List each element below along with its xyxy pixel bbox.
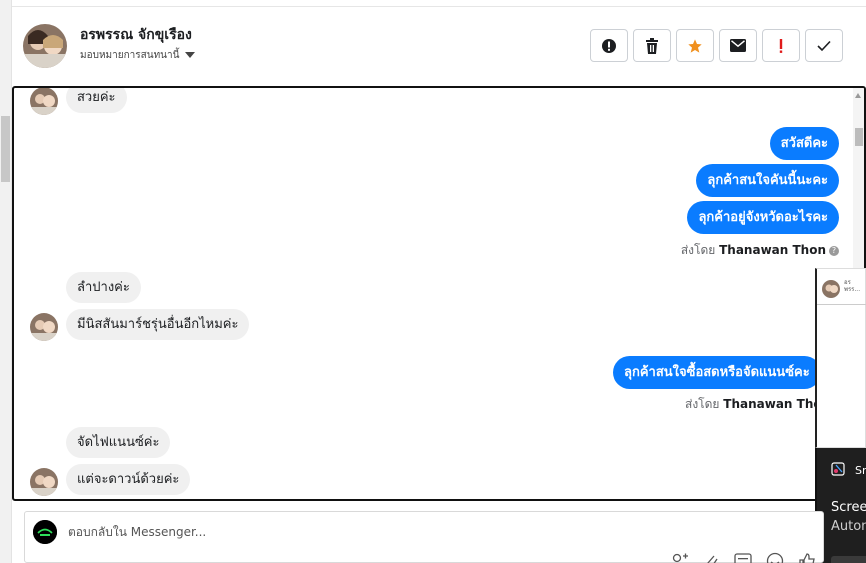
message-bubble-in: แต่จะดาวน์ด้วยค่ะ: [66, 464, 191, 495]
conversation-actions: [590, 29, 843, 62]
popup-divider: [817, 304, 866, 305]
saved-replies-icon: [734, 553, 752, 563]
customer-avatar[interactable]: [30, 88, 58, 115]
exclamation-icon: [779, 38, 783, 53]
thread-scrollbar-thumb[interactable]: [855, 128, 863, 146]
priority-button[interactable]: [762, 29, 800, 62]
emoji-icon: [766, 552, 784, 563]
popup-title: อรพรร...: [844, 279, 861, 293]
sent-by-prefix: ส่งโดย: [680, 243, 716, 257]
message-bubble-out: สวัสดีคะ: [769, 127, 839, 160]
page-avatar: [33, 520, 57, 544]
notification-subtitle: Autom: [831, 519, 866, 534]
sent-by-label: ส่งโดย Thanawan Thon: [685, 395, 830, 414]
like-button[interactable]: [798, 552, 816, 563]
message-bubble-in: จัดไฟแนนซ์ค่ะ: [66, 427, 171, 458]
assign-conversation-dropdown[interactable]: มอบหมายการสนทนานี้: [80, 48, 196, 63]
caret-down-icon: [185, 52, 196, 58]
conversation-header: อรพรรณ จักขุเรือง มอบหมายการสนทนานี้: [12, 8, 866, 86]
message-bubble-out: ลุกค้าสนใจซื้อสดหรือจัดแนนซ์คะ: [613, 356, 821, 389]
paperclip-icon: [707, 555, 718, 563]
mark-unread-button[interactable]: [719, 29, 757, 62]
popup-avatar: [822, 280, 840, 298]
contact-avatar[interactable]: [23, 24, 67, 68]
saved-replies-button[interactable]: [734, 552, 752, 563]
notification-app-name: Sn: [855, 464, 866, 477]
thumbs-up-icon: [799, 553, 815, 563]
attach-button[interactable]: [702, 552, 720, 563]
message-bubble-out: ลุกค้าสนใจคันนี้นะคะ: [696, 164, 839, 197]
left-scrollbar-thumb[interactable]: [1, 116, 10, 182]
notification-action-button[interactable]: [831, 556, 866, 563]
composer-tools: [670, 552, 816, 563]
left-scrollbar[interactable]: [0, 0, 12, 563]
info-icon[interactable]: ?: [829, 245, 839, 256]
message-bubble-in: ลำปางค่ะ: [66, 272, 141, 303]
trash-icon: [646, 37, 658, 54]
message-bubble-out: ลุกค้าอยู่จังหวัดอะไรคะ: [687, 201, 839, 234]
reply-composer: [24, 511, 824, 563]
notification-title: Scree: [831, 500, 866, 515]
message-thread[interactable]: สวยค่ะ สวัสดีคะ ลุกค้าสนใจคันนี้นะคะ ลุก…: [12, 86, 866, 501]
customer-avatar[interactable]: [30, 468, 58, 496]
check-icon: [817, 40, 831, 51]
snipping-tool-icon: [831, 462, 845, 476]
envelope-icon: [730, 39, 746, 52]
scroll-up-arrow-icon[interactable]: [855, 93, 861, 98]
emoji-button[interactable]: [766, 552, 784, 563]
contact-name: อรพรรณ จักขุเรือง: [80, 27, 192, 43]
sent-by-label: ส่งโดย Thanawan Thon?: [681, 241, 839, 260]
add-person-icon: [672, 553, 688, 563]
sender-name: Thanawan Thon: [719, 243, 826, 257]
message-bubble-in: มีนิสสันมาร์ชรุ่นอื่นอีกไหมค่ะ: [66, 309, 250, 340]
inbox-page: อรพรรณ จักขุเรือง มอบหมายการสนทนานี้ สวย…: [0, 0, 866, 563]
reply-input[interactable]: [68, 525, 768, 539]
done-button[interactable]: [805, 29, 843, 62]
chat-popup-window[interactable]: อรพรร...: [815, 268, 866, 448]
add-person-button[interactable]: [670, 552, 688, 563]
sent-by-prefix: ส่งโดย: [685, 397, 720, 411]
report-spam-button[interactable]: [590, 29, 628, 62]
message-bubble-in: สวยค่ะ: [66, 88, 127, 113]
delete-button[interactable]: [633, 29, 671, 62]
assign-label: มอบหมายการสนทนานี้: [80, 50, 180, 61]
customer-avatar[interactable]: [30, 313, 58, 341]
star-button[interactable]: [676, 29, 714, 62]
star-icon: [688, 38, 702, 53]
top-divider: [12, 6, 866, 7]
exclamation-circle-icon: [602, 38, 616, 53]
